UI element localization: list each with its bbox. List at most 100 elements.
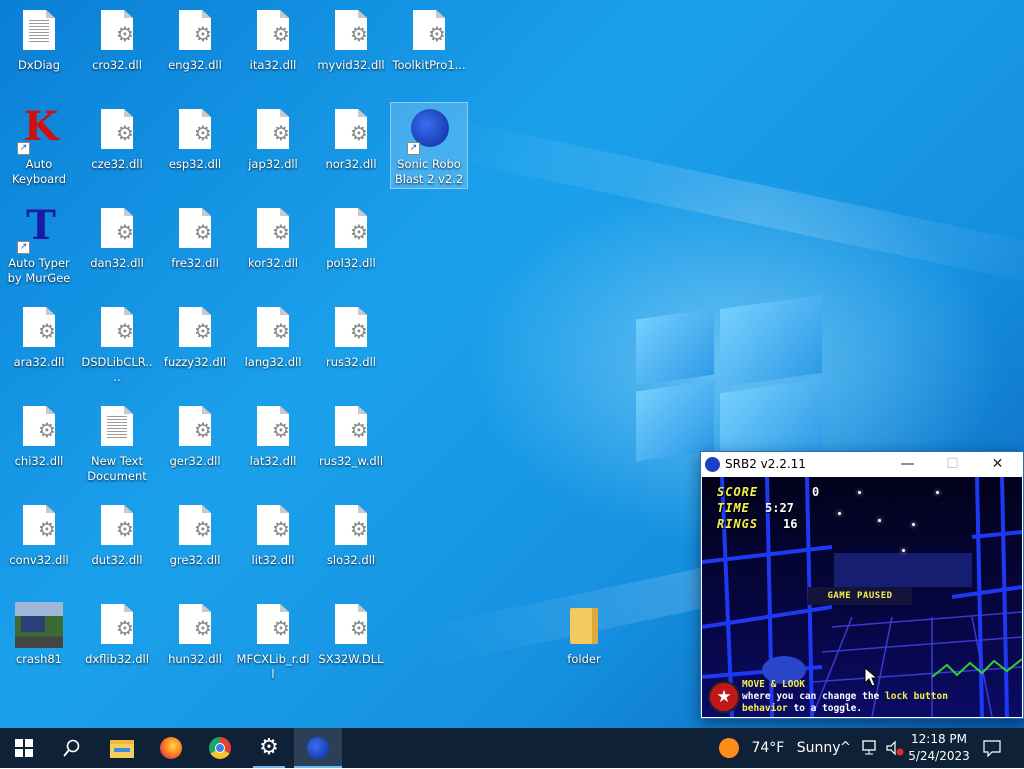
hud-time-value: 5:27 bbox=[765, 501, 794, 515]
taskbar-chrome[interactable] bbox=[196, 728, 244, 768]
dll-file-icon: ⚙ bbox=[179, 406, 211, 446]
dll-file-icon: ⚙ bbox=[101, 208, 133, 248]
dll-file-icon: ⚙ bbox=[179, 10, 211, 50]
dll-file-icon: ⚙ bbox=[101, 10, 133, 50]
start-button[interactable] bbox=[0, 728, 48, 768]
dll-file-icon: ⚙ bbox=[257, 406, 289, 446]
desktop-icon-jap32[interactable]: ⚙ jap32.dll bbox=[235, 103, 311, 193]
desktop-icon-rus32-w[interactable]: ⚙ rus32_w.dll bbox=[313, 400, 389, 490]
desktop-icon-lat32[interactable]: ⚙ lat32.dll bbox=[235, 400, 311, 490]
light-beam bbox=[442, 118, 1024, 292]
desktop-icon-pol32[interactable]: ⚙ pol32.dll bbox=[313, 202, 389, 292]
desktop-icon-lang32[interactable]: ⚙ lang32.dll bbox=[235, 301, 311, 391]
dll-file-icon: ⚙ bbox=[179, 208, 211, 248]
desktop-icon-dxflib32[interactable]: ⚙ dxflib32.dll bbox=[79, 598, 155, 688]
desktop-icon-cro32[interactable]: ⚙ cro32.dll bbox=[79, 4, 155, 94]
taskbar-firefox[interactable] bbox=[147, 728, 195, 768]
desktop-icon-myvid32[interactable]: ⚙ myvid32.dll bbox=[313, 4, 389, 94]
close-button[interactable]: ✕ bbox=[975, 452, 1020, 477]
hud-score-label: SCORE bbox=[717, 485, 759, 499]
taskbar: ⚙ 74°F Sunny ^ 12:18 PM 5/24/2023 bbox=[0, 728, 1024, 768]
minimize-button[interactable]: — bbox=[885, 452, 930, 477]
sun-icon bbox=[719, 738, 739, 758]
desktop-icon-new-text-document[interactable]: New Text Document bbox=[79, 400, 155, 490]
dll-file-icon: ⚙ bbox=[335, 604, 367, 644]
desktop-icon-conv32[interactable]: ⚙ conv32.dll bbox=[1, 499, 77, 589]
tip-line2-highlight: behavior bbox=[742, 703, 788, 714]
windows-start-icon bbox=[15, 739, 33, 757]
desktop-icon-dut32[interactable]: ⚙ dut32.dll bbox=[79, 499, 155, 589]
dll-file-icon: ⚙ bbox=[335, 505, 367, 545]
weather-widget[interactable]: 74°F Sunny bbox=[719, 728, 841, 768]
desktop-icon-auto-keyboard[interactable]: K↗ Auto Keyboard b... bbox=[1, 103, 77, 193]
desktop-icon-crash81[interactable]: crash81 bbox=[1, 598, 77, 688]
truck-image-icon bbox=[15, 602, 63, 648]
window-titlebar[interactable]: SRB2 v2.2.11 — ☐ ✕ bbox=[701, 452, 1023, 477]
network-icon[interactable] bbox=[862, 728, 880, 768]
sonic-icon bbox=[307, 737, 329, 759]
dll-file-icon: ⚙ bbox=[23, 406, 55, 446]
taskbar-srb2[interactable] bbox=[294, 728, 342, 768]
dll-file-icon: ⚙ bbox=[23, 307, 55, 347]
dll-file-icon: ⚙ bbox=[335, 109, 367, 149]
desktop: DxDiag ⚙ cro32.dll ⚙ eng32.dll ⚙ ita32.d… bbox=[0, 0, 1024, 728]
volume-muted-icon[interactable] bbox=[886, 728, 904, 768]
hud-rings-label: RINGS bbox=[717, 517, 759, 531]
srb2-window[interactable]: SRB2 v2.2.11 — ☐ ✕ SCORE 0 TIME 5:27 RIN… bbox=[700, 451, 1024, 719]
desktop-icon-chi32[interactable]: ⚙ chi32.dll bbox=[1, 400, 77, 490]
desktop-icon-esp32[interactable]: ⚙ esp32.dll bbox=[157, 103, 233, 193]
desktop-icon-fre32[interactable]: ⚙ fre32.dll bbox=[157, 202, 233, 292]
dll-file-icon: ⚙ bbox=[257, 10, 289, 50]
desktop-icon-sonic-robo-blast[interactable]: ↗ Sonic Robo Blast 2 v2.2 bbox=[390, 102, 468, 189]
desktop-icon-ara32[interactable]: ⚙ ara32.dll bbox=[1, 301, 77, 391]
desktop-icon-lit32[interactable]: ⚙ lit32.dll bbox=[235, 499, 311, 589]
desktop-icon-sx32w[interactable]: ⚙ SX32W.DLL bbox=[313, 598, 389, 688]
desktop-icon-folder[interactable]: folder bbox=[546, 598, 622, 688]
desktop-icon-ita32[interactable]: ⚙ ita32.dll bbox=[235, 4, 311, 94]
desktop-icon-cze32[interactable]: ⚙ cze32.dll bbox=[79, 103, 155, 193]
desktop-icon-slo32[interactable]: ⚙ slo32.dll bbox=[313, 499, 389, 589]
clock-date: 5/24/2023 bbox=[908, 749, 970, 763]
window-title: SRB2 v2.2.11 bbox=[725, 457, 806, 471]
dll-file-icon: ⚙ bbox=[335, 406, 367, 446]
desktop-icon-hun32[interactable]: ⚙ hun32.dll bbox=[157, 598, 233, 688]
notification-center-button[interactable] bbox=[983, 728, 1001, 768]
taskbar-file-explorer[interactable] bbox=[98, 728, 146, 768]
desktop-icon-toolkitpro[interactable]: ⚙ ToolkitPro1... bbox=[391, 4, 467, 94]
tray-overflow-chevron[interactable]: ^ bbox=[840, 728, 851, 768]
maximize-button[interactable]: ☐ bbox=[930, 452, 975, 477]
desktop-icon-dsdlibclr[interactable]: ⚙ DSDLibCLR.... bbox=[79, 301, 155, 391]
search-icon bbox=[63, 739, 80, 757]
dll-file-icon: ⚙ bbox=[335, 10, 367, 50]
desktop-icon-eng32[interactable]: ⚙ eng32.dll bbox=[157, 4, 233, 94]
shortcut-arrow-icon: ↗ bbox=[17, 142, 30, 155]
desktop-icon-gre32[interactable]: ⚙ gre32.dll bbox=[157, 499, 233, 589]
desktop-icon-dxdiag[interactable]: DxDiag bbox=[1, 4, 77, 94]
weather-temperature: 74°F bbox=[751, 740, 785, 756]
dll-file-icon: ⚙ bbox=[257, 307, 289, 347]
notification-icon bbox=[983, 740, 1001, 758]
hud-time-label: TIME bbox=[717, 501, 750, 515]
tip-title: MOVE & LOOK bbox=[742, 679, 805, 690]
chrome-icon bbox=[209, 737, 231, 759]
dll-file-icon: ⚙ bbox=[101, 505, 133, 545]
desktop-icon-nor32[interactable]: ⚙ nor32.dll bbox=[313, 103, 389, 193]
taskbar-settings[interactable]: ⚙ bbox=[245, 728, 293, 768]
tip-line1-highlight: lock button bbox=[885, 691, 948, 702]
desktop-icon-auto-typer[interactable]: T ↗ Auto Typer by MurGee bbox=[1, 202, 77, 292]
system-clock[interactable]: 12:18 PM 5/24/2023 bbox=[903, 731, 975, 765]
desktop-icon-rus32[interactable]: ⚙ rus32.dll bbox=[313, 301, 389, 391]
star-tip-icon: ★ bbox=[708, 681, 740, 713]
mouse-cursor-icon bbox=[864, 667, 878, 687]
dll-file-icon: ⚙ bbox=[335, 307, 367, 347]
desktop-icon-ger32[interactable]: ⚙ ger32.dll bbox=[157, 400, 233, 490]
desktop-icon-dan32[interactable]: ⚙ dan32.dll bbox=[79, 202, 155, 292]
dll-file-icon: ⚙ bbox=[101, 307, 133, 347]
desktop-icon-kor32[interactable]: ⚙ kor32.dll bbox=[235, 202, 311, 292]
desktop-icon-fuzzy32[interactable]: ⚙ fuzzy32.dll bbox=[157, 301, 233, 391]
game-viewport[interactable]: SCORE 0 TIME 5:27 RINGS 16 GAME PAUSED ★… bbox=[702, 477, 1022, 717]
search-button[interactable] bbox=[48, 728, 96, 768]
weather-condition: Sunny bbox=[796, 740, 841, 756]
file-explorer-icon bbox=[110, 740, 134, 758]
desktop-icon-mfcxlib[interactable]: ⚙ MFCXLib_r.dll bbox=[235, 598, 311, 688]
